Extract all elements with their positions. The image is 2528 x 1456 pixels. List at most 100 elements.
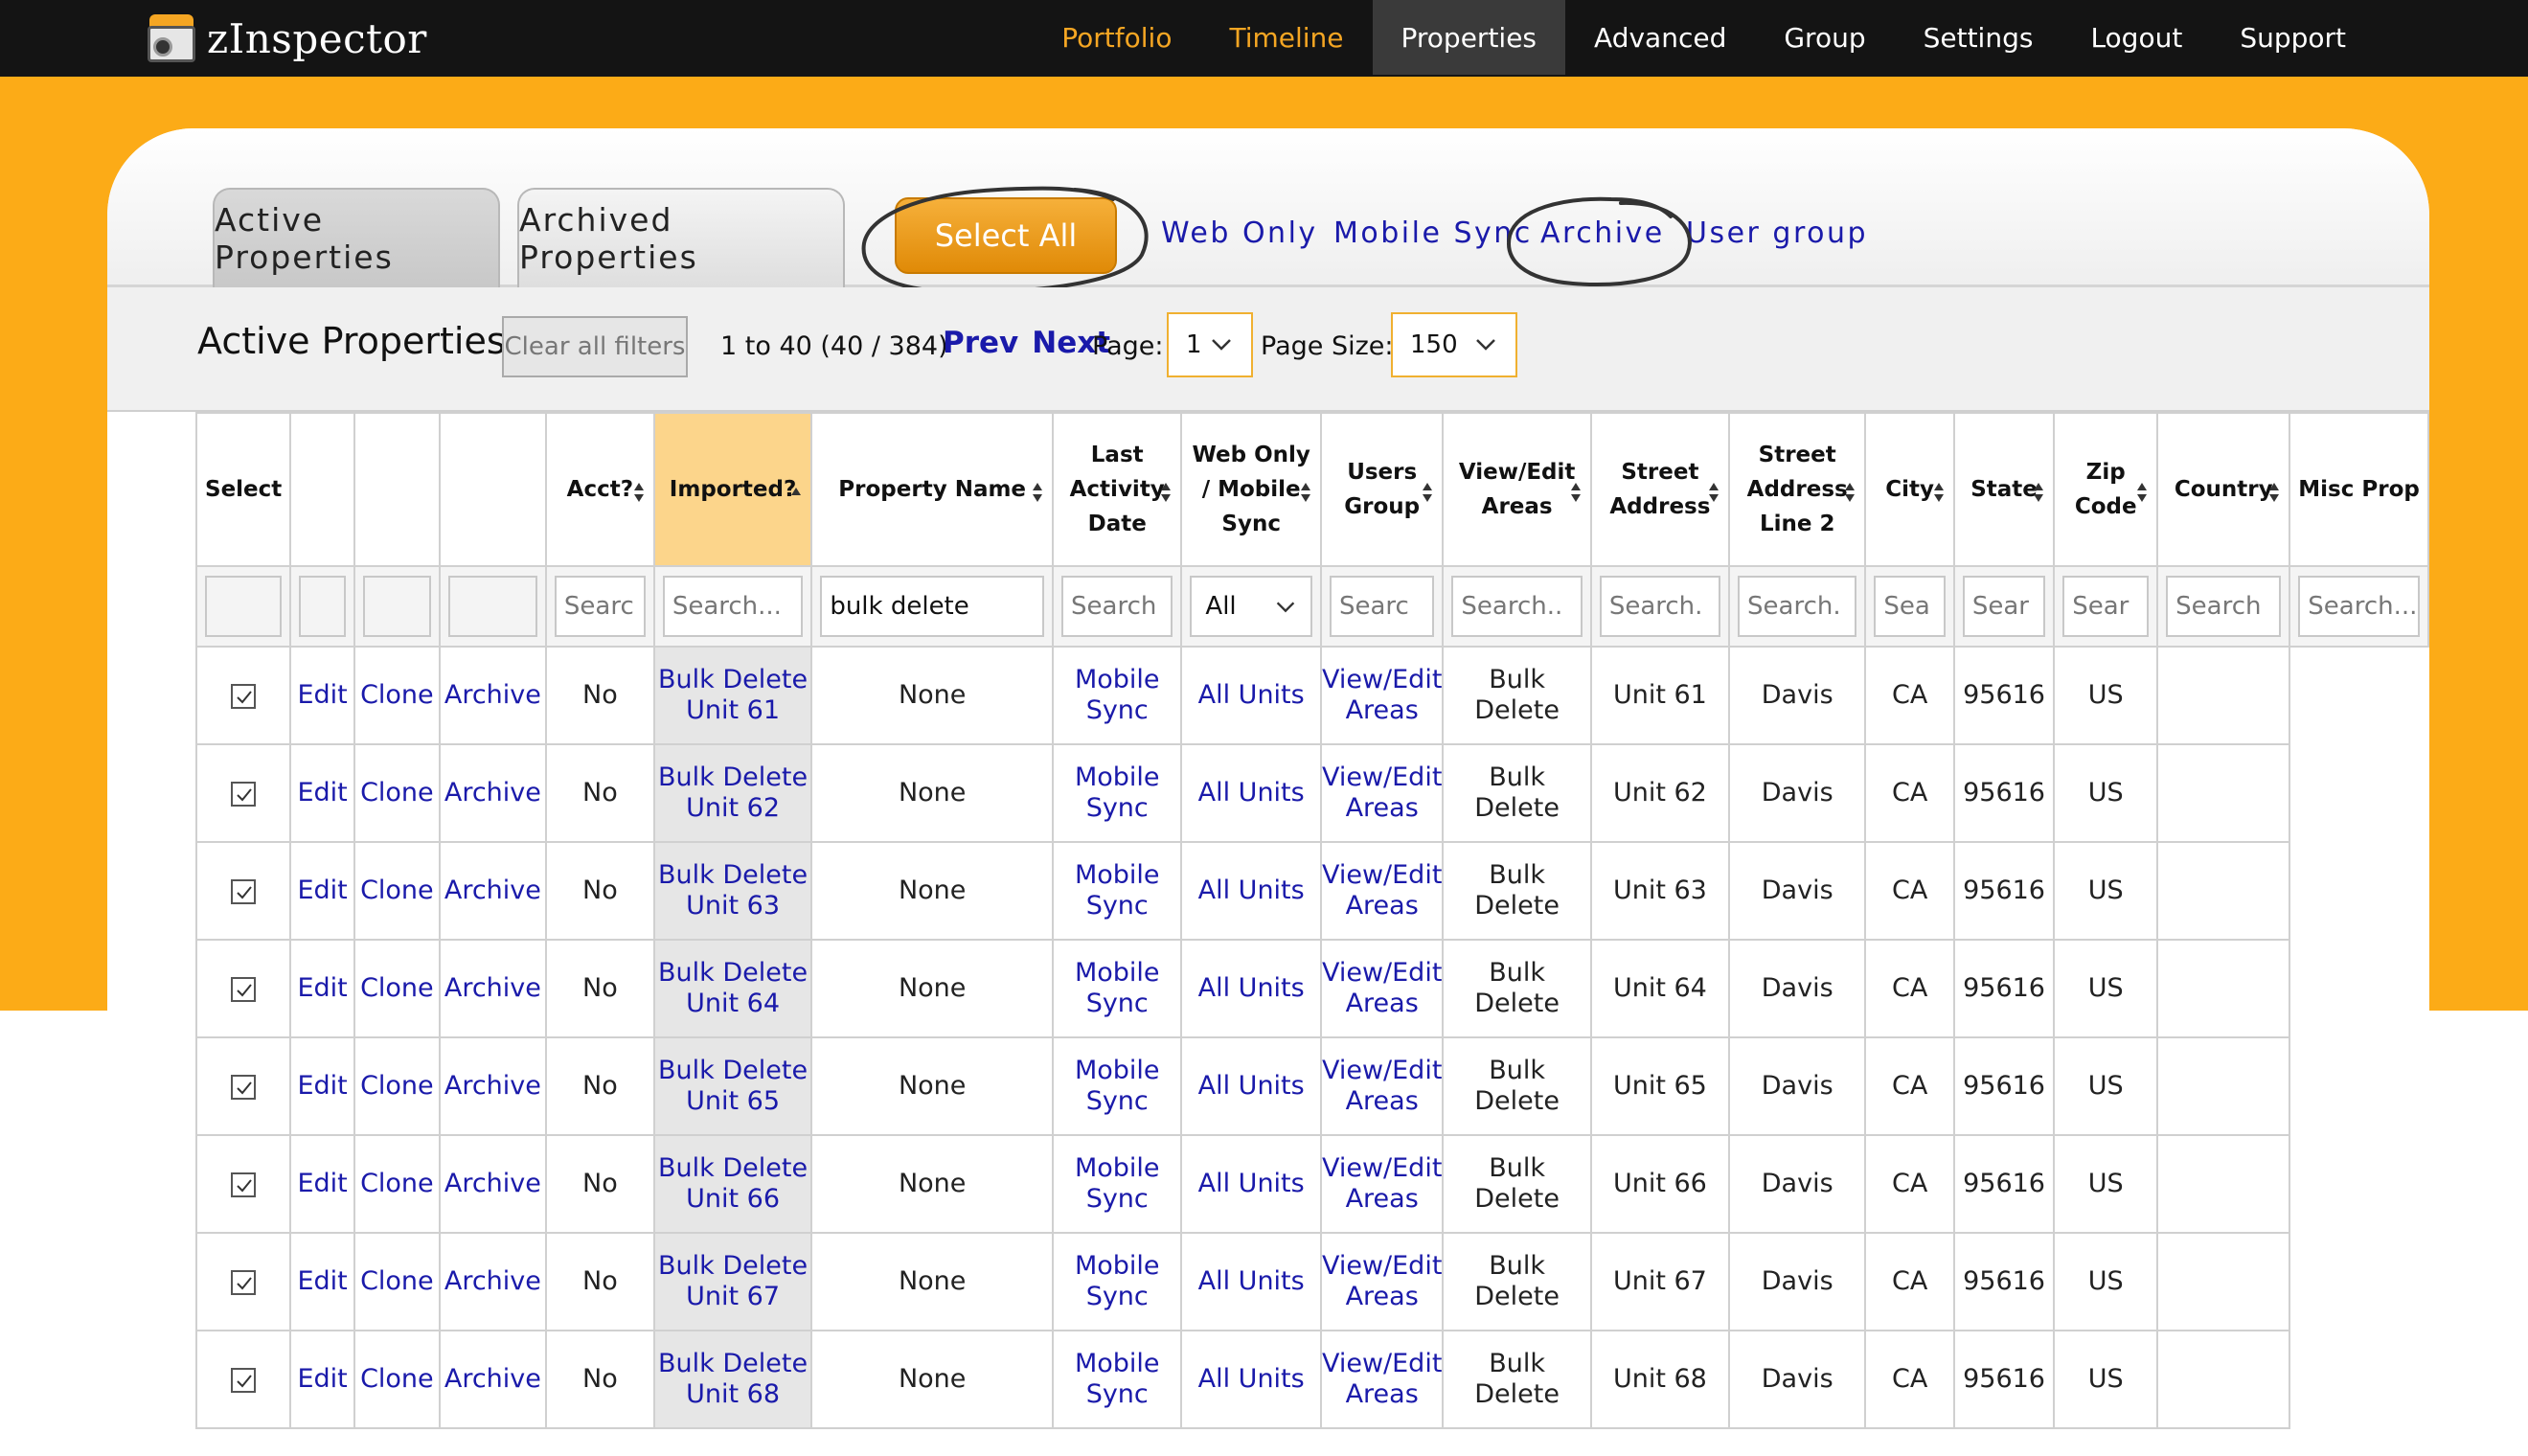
user-group-link[interactable]: User group	[1686, 216, 1868, 250]
row-checkbox[interactable]	[231, 1172, 257, 1197]
cell-group[interactable]: All Units	[1180, 939, 1322, 1038]
col-web-mobile[interactable]: Web Only / Mobile Sync	[1180, 412, 1322, 567]
col-zip[interactable]: Zip Code	[2053, 412, 2159, 567]
cell-areas[interactable]: View/Edit Areas	[1319, 1330, 1445, 1429]
cell-name[interactable]: Bulk Delete Unit 61	[652, 646, 813, 745]
row-archive-link[interactable]: Archive	[438, 646, 547, 745]
row-archive-link[interactable]: Archive	[438, 1134, 547, 1234]
row-edit-link[interactable]: Edit	[289, 939, 355, 1038]
row-archive-link[interactable]: Archive	[438, 1036, 547, 1136]
filter-web-mobile-select[interactable]: All	[1190, 576, 1312, 637]
filter-country-input[interactable]: Search	[2166, 576, 2282, 637]
row-checkbox[interactable]	[231, 1269, 257, 1295]
col-street2[interactable]: Street Address Line 2	[1728, 412, 1867, 567]
col-street[interactable]: Street Address	[1589, 412, 1731, 567]
filter-last-activity-input[interactable]: Search	[1061, 576, 1173, 637]
row-edit-link[interactable]: Edit	[289, 1330, 355, 1429]
mobile-sync-link[interactable]: Mobile Sync	[1333, 216, 1533, 250]
cell-sync[interactable]: Mobile Sync	[1052, 841, 1183, 941]
row-edit-link[interactable]: Edit	[289, 1232, 355, 1331]
nav-logout[interactable]: Logout	[2061, 0, 2211, 75]
filter-street2-input[interactable]: Search.	[1738, 576, 1857, 637]
cell-sync[interactable]: Mobile Sync	[1052, 1232, 1183, 1331]
row-checkbox[interactable]	[231, 1074, 257, 1100]
row-checkbox[interactable]	[231, 683, 257, 709]
cell-sync[interactable]: Mobile Sync	[1052, 1330, 1183, 1429]
row-clone-link[interactable]: Clone	[353, 1134, 441, 1234]
row-archive-link[interactable]: Archive	[438, 743, 547, 843]
cell-sync[interactable]: Mobile Sync	[1052, 1036, 1183, 1136]
col-property-name[interactable]: Property Name	[810, 412, 1055, 567]
cell-name[interactable]: Bulk Delete Unit 62	[652, 743, 813, 843]
row-edit-link[interactable]: Edit	[289, 1134, 355, 1234]
cell-sync[interactable]: Mobile Sync	[1052, 646, 1183, 745]
nav-timeline[interactable]: Timeline	[1200, 0, 1372, 75]
app-logo[interactable]: zInspector	[146, 10, 427, 67]
cell-name[interactable]: Bulk Delete Unit 67	[652, 1232, 813, 1331]
tab-archived-properties[interactable]: Archived Properties	[517, 188, 845, 287]
cell-group[interactable]: All Units	[1180, 841, 1322, 941]
select-all-button[interactable]: Select All	[895, 197, 1117, 274]
web-only-link[interactable]: Web Only	[1161, 216, 1318, 250]
row-edit-link[interactable]: Edit	[289, 646, 355, 745]
row-checkbox[interactable]	[231, 781, 257, 807]
col-view-edit-areas[interactable]: View/Edit Areas	[1442, 412, 1592, 567]
row-edit-link[interactable]: Edit	[289, 841, 355, 941]
row-archive-link[interactable]: Archive	[438, 1232, 547, 1331]
cell-group[interactable]: All Units	[1180, 1134, 1322, 1234]
cell-areas[interactable]: View/Edit Areas	[1319, 743, 1445, 843]
filter-state-input[interactable]: Sear	[1962, 576, 2046, 637]
row-clone-link[interactable]: Clone	[353, 1036, 441, 1136]
cell-sync[interactable]: Mobile Sync	[1052, 1134, 1183, 1234]
filter-zip-input[interactable]: Sear	[2062, 576, 2150, 637]
cell-group[interactable]: All Units	[1180, 1036, 1322, 1136]
col-imported[interactable]: Imported?	[652, 412, 813, 567]
filter-users-group-input[interactable]: Searc	[1329, 576, 1435, 637]
col-users-group[interactable]: Users Group	[1319, 412, 1445, 567]
filter-city-input[interactable]: Sea	[1874, 576, 1946, 637]
cell-name[interactable]: Bulk Delete Unit 64	[652, 939, 813, 1038]
cell-sync[interactable]: Mobile Sync	[1052, 743, 1183, 843]
row-archive-link[interactable]: Archive	[438, 1330, 547, 1429]
row-checkbox[interactable]	[231, 878, 257, 904]
page-size-select[interactable]: 150	[1391, 312, 1517, 377]
row-clone-link[interactable]: Clone	[353, 743, 441, 843]
col-state[interactable]: State	[1952, 412, 2056, 567]
col-country[interactable]: Country	[2156, 412, 2291, 567]
tab-active-properties[interactable]: Active Properties	[213, 188, 500, 287]
cell-name[interactable]: Bulk Delete Unit 68	[652, 1330, 813, 1429]
cell-areas[interactable]: View/Edit Areas	[1319, 1232, 1445, 1331]
cell-areas[interactable]: View/Edit Areas	[1319, 939, 1445, 1038]
cell-name[interactable]: Bulk Delete Unit 65	[652, 1036, 813, 1136]
cell-areas[interactable]: View/Edit Areas	[1319, 841, 1445, 941]
row-edit-link[interactable]: Edit	[289, 743, 355, 843]
nav-portfolio[interactable]: Portfolio	[1033, 0, 1200, 75]
row-clone-link[interactable]: Clone	[353, 1330, 441, 1429]
row-clone-link[interactable]: Clone	[353, 646, 441, 745]
row-checkbox[interactable]	[231, 1367, 257, 1393]
archive-link[interactable]: Archive	[1540, 216, 1665, 250]
col-city[interactable]: City	[1864, 412, 1955, 567]
row-archive-link[interactable]: Archive	[438, 939, 547, 1038]
clear-filters-button[interactable]: Clear all filters	[502, 316, 688, 377]
filter-acct-input[interactable]: Searc	[554, 576, 646, 637]
cell-name[interactable]: Bulk Delete Unit 63	[652, 841, 813, 941]
row-clone-link[interactable]: Clone	[353, 1232, 441, 1331]
filter-street-input[interactable]: Search.	[1599, 576, 1721, 637]
row-clone-link[interactable]: Clone	[353, 841, 441, 941]
cell-group[interactable]: All Units	[1180, 743, 1322, 843]
row-archive-link[interactable]: Archive	[438, 841, 547, 941]
cell-group[interactable]: All Units	[1180, 646, 1322, 745]
page-select[interactable]: 1	[1167, 312, 1253, 377]
cell-group[interactable]: All Units	[1180, 1232, 1322, 1331]
col-acct[interactable]: Acct?	[544, 412, 655, 567]
col-misc[interactable]: Misc Prop	[2289, 412, 2429, 567]
nav-properties[interactable]: Properties	[1372, 0, 1566, 75]
filter-misc-input[interactable]: Search...	[2298, 576, 2420, 637]
filter-view-edit-input[interactable]: Search..	[1451, 576, 1583, 637]
cell-group[interactable]: All Units	[1180, 1330, 1322, 1429]
nav-group[interactable]: Group	[1755, 0, 1894, 75]
col-last-activity[interactable]: Last Activity Date	[1052, 412, 1183, 567]
nav-settings[interactable]: Settings	[1895, 0, 2062, 75]
row-edit-link[interactable]: Edit	[289, 1036, 355, 1136]
